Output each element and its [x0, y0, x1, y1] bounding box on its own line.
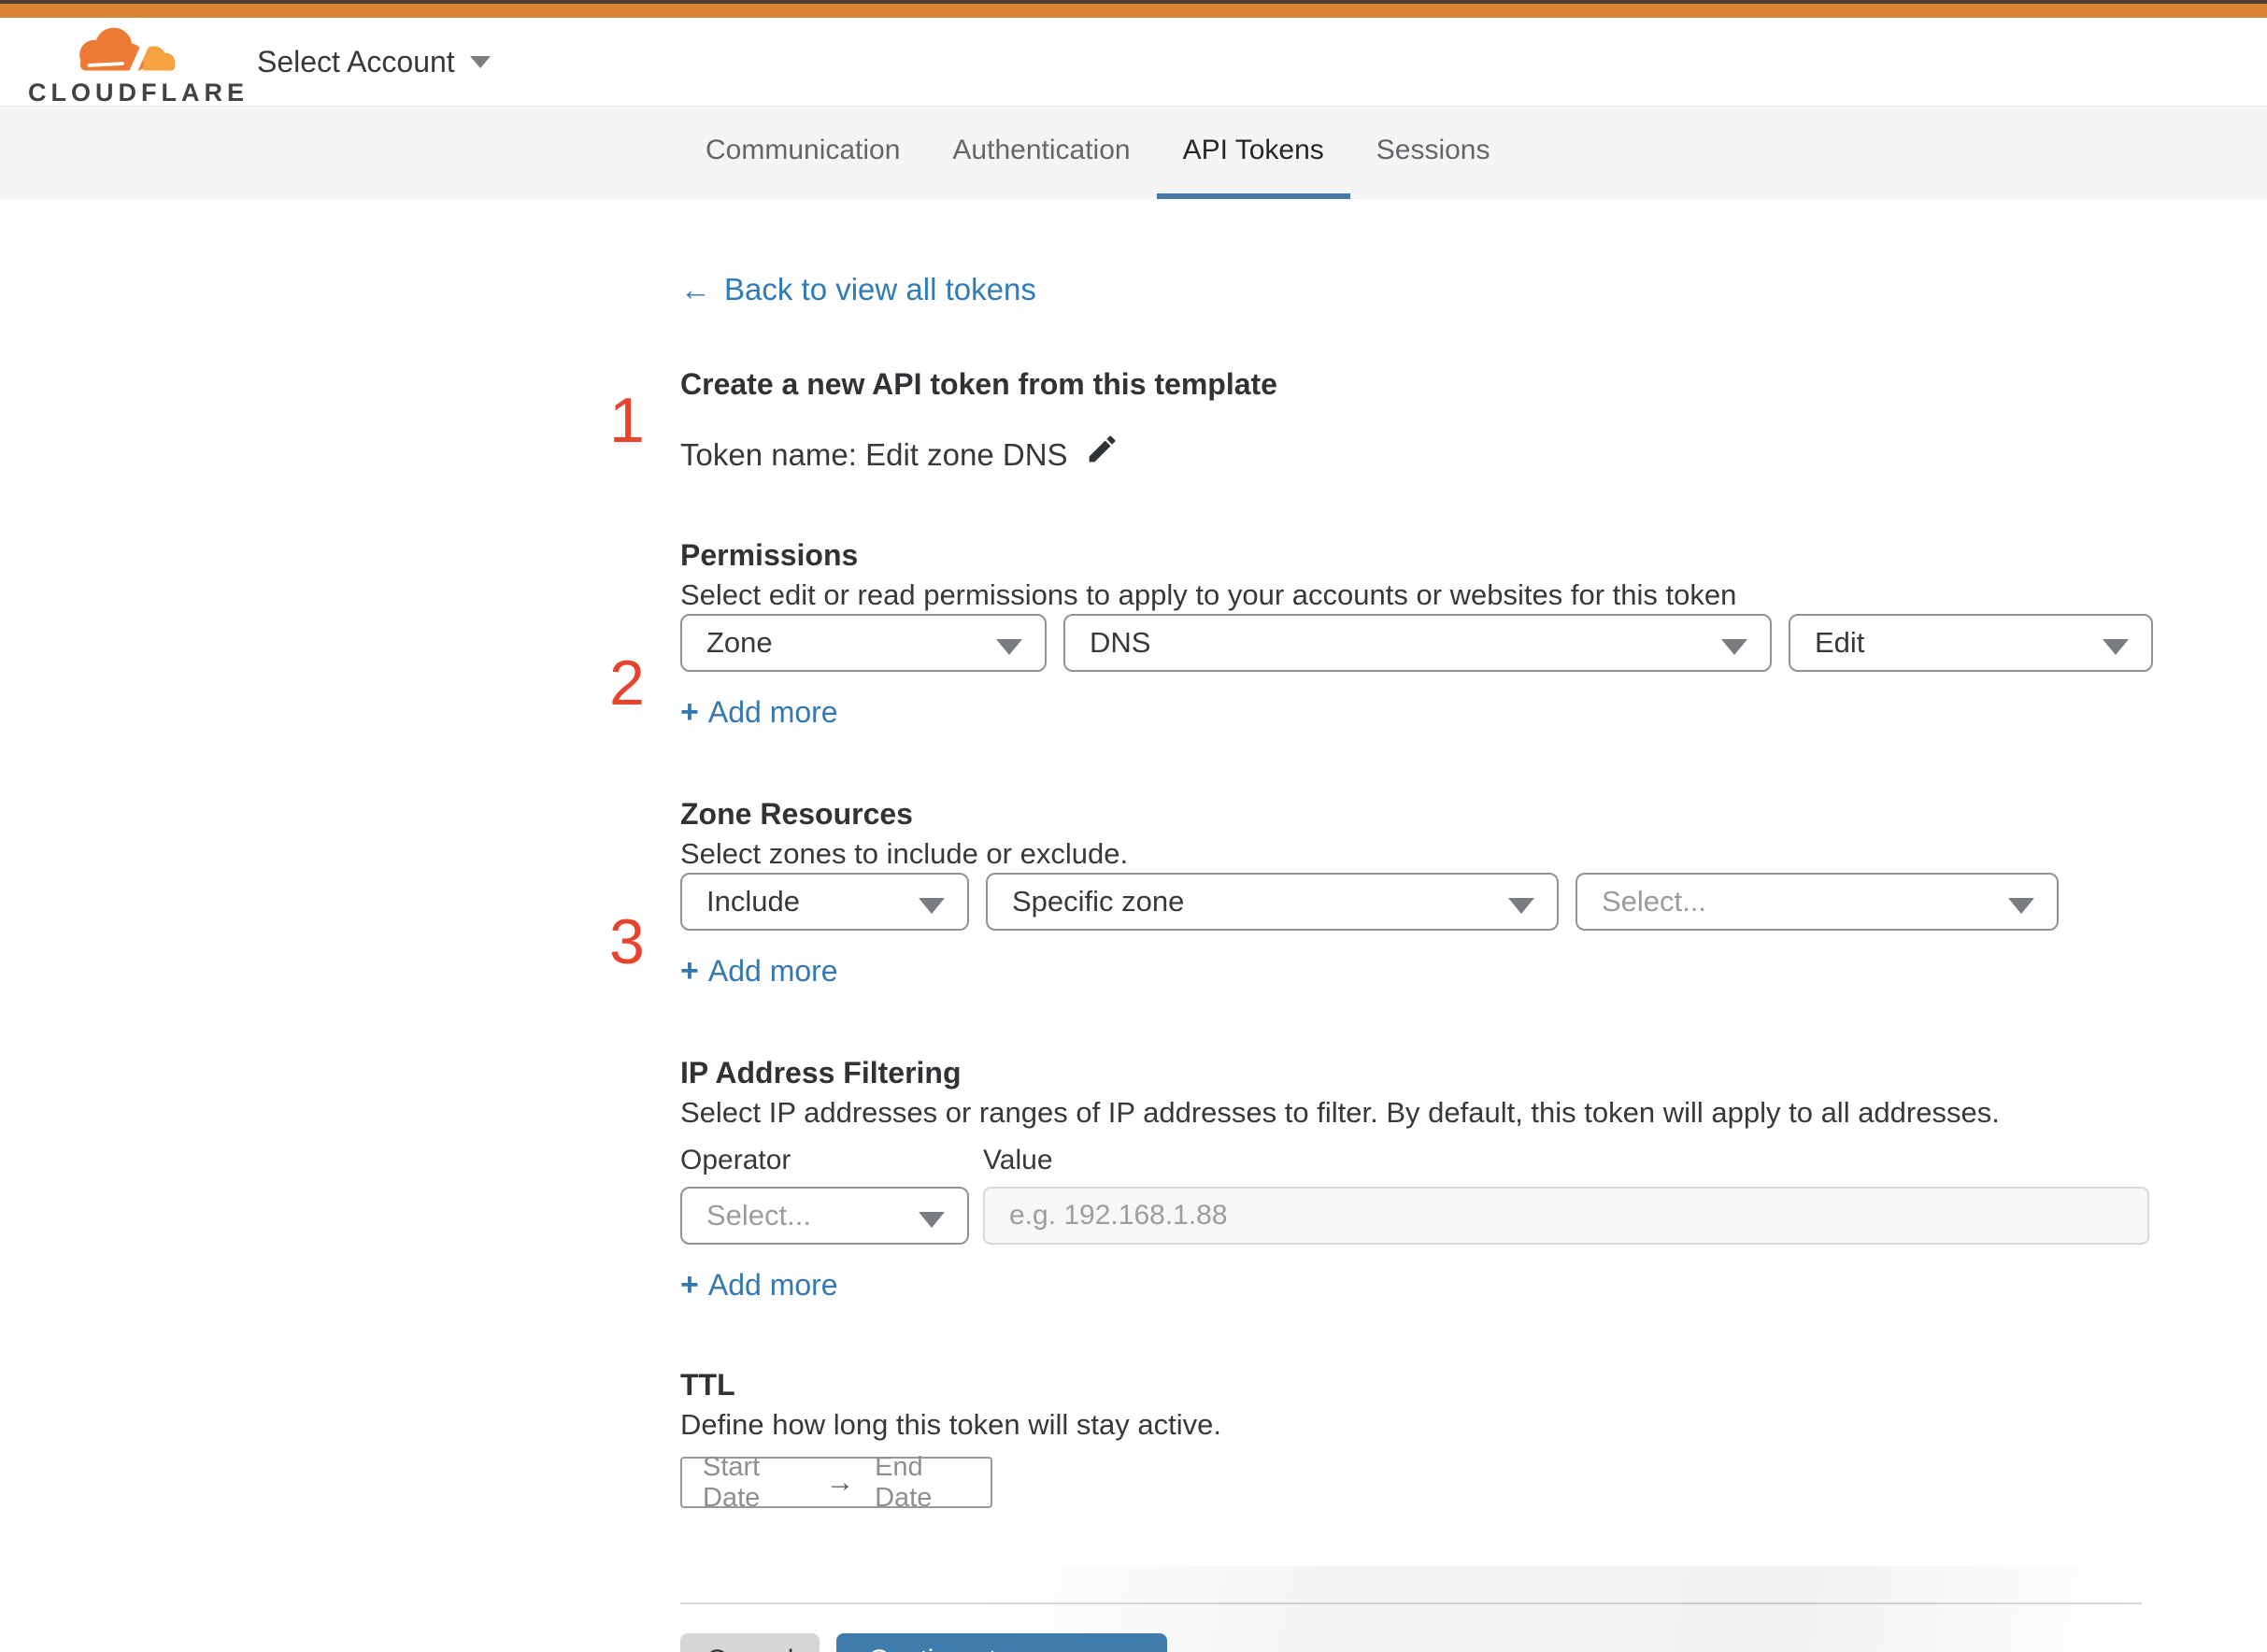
ip-value-input[interactable] — [983, 1187, 2149, 1245]
ip-filtering-title: IP Address Filtering — [680, 1056, 962, 1089]
ttl-title: TTL — [680, 1368, 735, 1402]
step-number-2: 2 — [609, 648, 645, 719]
dropdown-placeholder: Select... — [706, 1199, 811, 1232]
chevron-down-icon — [1721, 639, 1747, 655]
ttl-date-range-picker[interactable]: Start Date → End Date — [680, 1452, 992, 1513]
ttl-description: Define how long this token will stay act… — [680, 1408, 1221, 1441]
zone-select-dropdown[interactable]: Select... — [1575, 873, 2059, 931]
token-template-section: 1 Create a new API token from this templ… — [609, 363, 2153, 478]
permission-scope-dropdown[interactable]: Zone — [680, 614, 1047, 672]
plus-icon: + — [680, 953, 699, 989]
tab-authentication[interactable]: Authentication — [926, 107, 1156, 199]
dropdown-placeholder: Select... — [1602, 885, 1706, 918]
add-more-label: Add more — [707, 695, 838, 729]
zone-resources-title: Zone Resources — [680, 797, 913, 831]
zone-resources-section: 3 Zone Resources Select zones to include… — [609, 793, 2153, 990]
permission-level-dropdown[interactable]: Edit — [1789, 614, 2153, 672]
zone-type-dropdown[interactable]: Specific zone — [986, 873, 1559, 931]
zone-resources-add-more-link[interactable]: + Add more — [680, 951, 838, 990]
template-heading: Create a new API token from this templat… — [680, 367, 1277, 401]
operator-label: Operator — [680, 1145, 791, 1175]
back-link-label: Back to view all tokens — [724, 272, 1036, 306]
value-label: Value — [983, 1145, 1053, 1175]
dropdown-value: Zone — [706, 626, 773, 659]
zone-resources-description: Select zones to include or exclude. — [680, 837, 1129, 870]
permissions-title: Permissions — [680, 538, 859, 572]
continue-to-summary-button[interactable]: Continue to summary — [836, 1633, 1167, 1652]
token-name-text: Token name: Edit zone DNS — [680, 437, 1068, 472]
tab-api-tokens[interactable]: API Tokens — [1156, 107, 1350, 199]
ip-filtering-description: Select IP addresses or ranges of IP addr… — [680, 1096, 2000, 1129]
dropdown-value: DNS — [1090, 626, 1151, 659]
dropdown-value: Include — [706, 885, 800, 918]
ip-filtering-section: IP Address Filtering Select IP addresses… — [680, 1052, 2153, 1304]
ip-operator-dropdown[interactable]: Select... — [680, 1187, 969, 1245]
tab-communication[interactable]: Communication — [679, 107, 926, 199]
right-arrow-icon: → — [826, 1466, 855, 1498]
chevron-down-icon — [2008, 898, 2034, 914]
back-arrow-icon: ← — [680, 272, 711, 306]
app-header: CLOUDFLARE Select Account — [0, 18, 2267, 107]
permissions-description: Select edit or read permissions to apply… — [680, 578, 1737, 611]
permissions-add-more-link[interactable]: + Add more — [680, 692, 838, 732]
plus-icon: + — [680, 1267, 699, 1303]
permissions-section: 2 Permissions Select edit or read permis… — [609, 534, 2153, 732]
chevron-down-icon — [2103, 639, 2129, 655]
ip-filtering-add-more-link[interactable]: + Add more — [680, 1265, 838, 1304]
edit-pencil-icon[interactable] — [1085, 432, 1119, 478]
cloudflare-logo[interactable]: CLOUDFLARE — [28, 23, 249, 107]
add-more-label: Add more — [707, 1268, 838, 1302]
step-number-1: 1 — [609, 385, 645, 456]
page: CLOUDFLARE Select Account Communication … — [0, 0, 2267, 1652]
dropdown-value: Edit — [1815, 626, 1865, 659]
tab-bar: Communication Authentication API Tokens … — [0, 106, 2267, 199]
chevron-down-icon — [1508, 898, 1534, 914]
footer-divider — [680, 1602, 2142, 1604]
start-date-placeholder: Start Date — [703, 1451, 761, 1513]
dropdown-value: Specific zone — [1012, 885, 1185, 918]
brand-accent-bar — [0, 4, 2267, 18]
chevron-down-icon — [919, 898, 945, 914]
end-date-placeholder: End Date — [875, 1451, 933, 1513]
ttl-section: TTL Define how long this token will stay… — [680, 1364, 2153, 1513]
back-to-tokens-link[interactable]: ← Back to view all tokens — [680, 270, 1036, 309]
chevron-down-icon — [469, 55, 491, 68]
cancel-button[interactable]: Cancel — [680, 1633, 820, 1652]
footer-actions: Cancel Continue to summary — [680, 1633, 2153, 1652]
plus-icon: + — [680, 694, 699, 730]
account-selector-label: Select Account — [257, 44, 455, 78]
step-number-3: 3 — [609, 906, 645, 977]
main-content: ← Back to view all tokens 1 Create a new… — [609, 199, 2153, 1652]
account-selector[interactable]: Select Account — [257, 18, 491, 106]
cloudflare-wordmark: CLOUDFLARE — [28, 78, 249, 107]
tab-sessions[interactable]: Sessions — [1350, 107, 1517, 199]
chevron-down-icon — [996, 639, 1022, 655]
chevron-down-icon — [919, 1212, 945, 1228]
permission-group-dropdown[interactable]: DNS — [1063, 614, 1772, 672]
zone-include-dropdown[interactable]: Include — [680, 873, 969, 931]
add-more-label: Add more — [707, 954, 838, 988]
